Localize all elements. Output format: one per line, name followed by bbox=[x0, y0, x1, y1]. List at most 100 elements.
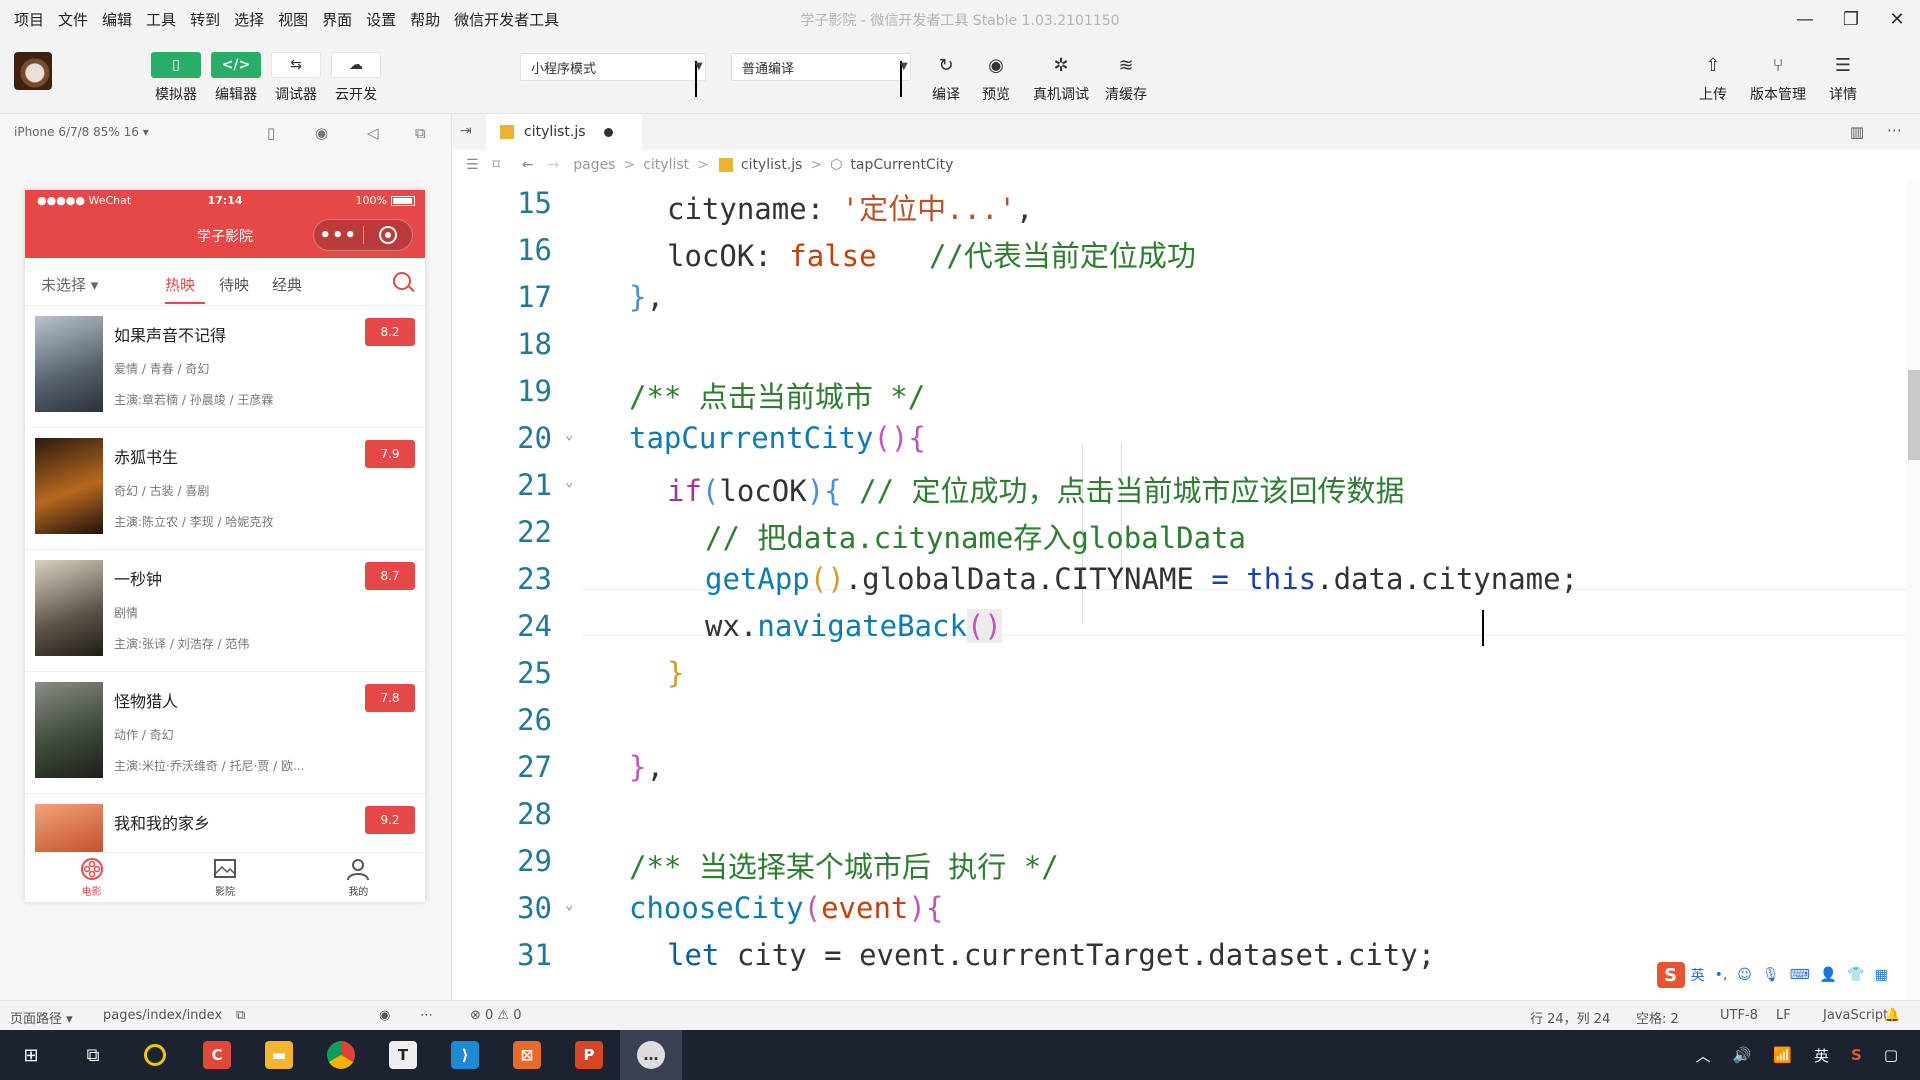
movie-poster[interactable] bbox=[35, 316, 103, 412]
menu-item-interface[interactable]: 界面 bbox=[322, 9, 352, 30]
volume-icon[interactable]: 🔊 bbox=[1733, 1046, 1752, 1064]
chrome-icon[interactable] bbox=[310, 1030, 372, 1080]
window-icon[interactable]: ⧉ bbox=[415, 124, 426, 142]
notification-icon[interactable]: ▢ bbox=[1884, 1046, 1898, 1064]
menu-item-devtools[interactable]: 微信开发者工具 bbox=[454, 9, 559, 30]
restore-icon[interactable]: ❐ bbox=[1828, 0, 1874, 38]
phone-frame-icon[interactable]: ▯ bbox=[267, 124, 275, 142]
remote-debug-button[interactable]: ✲ 真机调试 bbox=[1033, 52, 1089, 104]
cortana-icon[interactable] bbox=[124, 1030, 186, 1080]
close-icon[interactable]: ✕ bbox=[1874, 0, 1920, 38]
code-area[interactable]: 15 cityname: '定位中...', 16 locOK: false /… bbox=[452, 180, 1920, 1000]
breadcrumb-symbol[interactable]: tapCurrentCity bbox=[850, 157, 953, 173]
movie-list-item[interactable]: 如果声音不记得 爱情 / 青春 / 奇幻 主演:章若楠 / 孙晨竣 / 王彦霖 8.2 bbox=[25, 306, 425, 428]
menu-item-goto[interactable]: 转到 bbox=[190, 9, 220, 30]
tab-classic[interactable]: 经典 bbox=[272, 274, 302, 295]
menu-item-project[interactable]: 项目 bbox=[14, 9, 44, 30]
unsaved-dot-icon[interactable] bbox=[603, 127, 613, 137]
editor-scrollbar[interactable] bbox=[1906, 180, 1920, 1000]
breadcrumb-pages[interactable]: pages bbox=[573, 157, 615, 173]
minimize-icon[interactable]: — bbox=[1782, 0, 1828, 38]
movie-poster[interactable] bbox=[35, 438, 103, 534]
ime-toolbar[interactable]: S 英 •, ☺ 🎙 ⌨ 👤 👕 ▦ bbox=[1656, 962, 1898, 988]
collapse-sidebar-icon[interactable]: ⇥ bbox=[460, 123, 472, 139]
back-arrow-icon[interactable]: ← bbox=[522, 157, 534, 173]
eye-icon[interactable]: ◉ bbox=[379, 1008, 390, 1023]
upload-button[interactable]: ⇧ 上传 bbox=[1688, 52, 1738, 104]
problems-count[interactable]: ⊗ 0 ⚠ 0 bbox=[470, 1008, 522, 1023]
close-miniprogram-icon[interactable] bbox=[363, 226, 412, 244]
split-editor-icon[interactable]: ▥ bbox=[1850, 123, 1864, 141]
tab-bar-profile[interactable]: 我的 bbox=[292, 853, 425, 902]
file-encoding[interactable]: UTF-8 bbox=[1720, 1008, 1758, 1023]
mode-select[interactable]: 小程序模式 ▼ bbox=[520, 53, 706, 97]
list-icon[interactable]: ☰ bbox=[466, 157, 479, 173]
movie-poster[interactable] bbox=[35, 560, 103, 656]
preview-button[interactable]: ◉ 预览 bbox=[971, 52, 1021, 104]
bookmark-icon[interactable]: ⌑ bbox=[493, 157, 500, 173]
tab-now-showing[interactable]: 热映 bbox=[165, 274, 195, 295]
tab-bar-movies[interactable]: 电影 bbox=[25, 853, 158, 902]
avatar[interactable] bbox=[14, 52, 52, 90]
menu-item-settings[interactable]: 设置 bbox=[366, 9, 396, 30]
file-tab-citylist[interactable]: citylist.js bbox=[486, 114, 642, 150]
city-select[interactable]: 未选择 ▾ bbox=[41, 274, 98, 295]
end-of-line[interactable]: LF bbox=[1776, 1008, 1791, 1023]
menu-item-tools[interactable]: 工具 bbox=[146, 9, 176, 30]
chevron-up-icon[interactable]: ︿ bbox=[1696, 1045, 1711, 1066]
version-control-button[interactable]: ⑂ 版本管理 bbox=[1750, 52, 1806, 104]
fold-chevron-icon[interactable]: ⌄ bbox=[565, 427, 573, 443]
tab-bar-cinemas[interactable]: 影院 bbox=[158, 853, 291, 902]
device-select[interactable]: iPhone 6/7/8 85% 16 ▾ bbox=[14, 125, 149, 139]
debugger-button[interactable]: ⇆ 调试器 bbox=[271, 52, 321, 104]
simulator-button[interactable]: ▯ 模拟器 bbox=[151, 52, 201, 104]
breadcrumb-file[interactable]: citylist.js bbox=[741, 157, 803, 173]
menu-capsule[interactable]: ••• bbox=[313, 219, 413, 251]
more-actions-icon[interactable]: ⋯ bbox=[1887, 121, 1902, 139]
search-icon[interactable] bbox=[393, 272, 411, 290]
more-icon[interactable]: ⋯ bbox=[420, 1008, 433, 1023]
page-path[interactable]: pages/index/index bbox=[103, 1008, 222, 1023]
app-c-icon[interactable]: C bbox=[186, 1030, 248, 1080]
copy-icon[interactable]: ⧉ bbox=[236, 1008, 245, 1023]
sogou-tray-icon[interactable]: S bbox=[1851, 1046, 1862, 1064]
tab-coming-soon[interactable]: 待映 bbox=[219, 274, 249, 295]
cloud-dev-button[interactable]: ☁ 云开发 bbox=[331, 52, 381, 104]
bell-icon[interactable]: 🔔 bbox=[1884, 1008, 1900, 1023]
typora-icon[interactable]: T bbox=[372, 1030, 434, 1080]
record-icon[interactable]: ◉ bbox=[315, 124, 328, 142]
file-explorer-icon[interactable]: ▬ bbox=[248, 1030, 310, 1080]
cursor-position[interactable]: 行 24，列 24 bbox=[1530, 1008, 1610, 1027]
compile-select[interactable]: 普通编译 ▼ bbox=[731, 53, 911, 97]
powerpoint-icon[interactable]: P bbox=[558, 1030, 620, 1080]
app-x-icon[interactable]: ⊠ bbox=[496, 1030, 558, 1080]
vscode-icon[interactable]: ⟩ bbox=[434, 1030, 496, 1080]
network-icon[interactable]: 📶 bbox=[1773, 1046, 1792, 1064]
windows-start-icon[interactable]: ⊞ bbox=[0, 1030, 62, 1080]
details-button[interactable]: ☰ 详情 bbox=[1818, 52, 1868, 104]
movie-list-item[interactable]: 怪物猎人 动作 / 奇幻 主演:米拉·乔沃维奇 / 托尼·贾 / 欧... 7.8 bbox=[25, 672, 425, 794]
task-view-icon[interactable]: ⧉ bbox=[62, 1030, 124, 1080]
menu-item-view[interactable]: 视图 bbox=[278, 9, 308, 30]
fold-chevron-icon[interactable]: ⌄ bbox=[565, 897, 573, 913]
compile-button[interactable]: ↻ 编译 bbox=[921, 52, 971, 104]
movie-list-item[interactable]: 一秒钟 剧情 主演:张译 / 刘浩存 / 范伟 8.7 bbox=[25, 550, 425, 672]
page-path-label[interactable]: 页面路径 ▾ bbox=[10, 1008, 73, 1027]
movie-poster[interactable] bbox=[35, 682, 103, 778]
input-language[interactable]: 英 bbox=[1814, 1045, 1829, 1066]
movie-list-item[interactable]: 赤狐书生 奇幻 / 古装 / 喜剧 主演:陈立农 / 李现 / 哈妮克孜 7.9 bbox=[25, 428, 425, 550]
language-mode[interactable]: JavaScript bbox=[1823, 1008, 1888, 1023]
breadcrumb-citylist[interactable]: citylist bbox=[643, 157, 689, 173]
fold-chevron-icon[interactable]: ⌄ bbox=[565, 474, 573, 490]
clear-cache-button[interactable]: ≋ 清缓存 bbox=[1101, 52, 1151, 104]
forward-arrow-icon[interactable]: → bbox=[547, 157, 559, 173]
menu-item-edit[interactable]: 编辑 bbox=[102, 9, 132, 30]
editor-button[interactable]: </> 编辑器 bbox=[211, 52, 261, 104]
wechat-devtools-icon[interactable]: … bbox=[620, 1030, 682, 1080]
menu-item-file[interactable]: 文件 bbox=[58, 9, 88, 30]
more-icon[interactable]: ••• bbox=[314, 225, 363, 246]
indent-spaces[interactable]: 空格: 2 bbox=[1636, 1008, 1679, 1027]
volume-icon[interactable]: ◁ bbox=[367, 124, 379, 142]
menu-item-select[interactable]: 选择 bbox=[234, 9, 264, 30]
menu-item-help[interactable]: 帮助 bbox=[410, 9, 440, 30]
